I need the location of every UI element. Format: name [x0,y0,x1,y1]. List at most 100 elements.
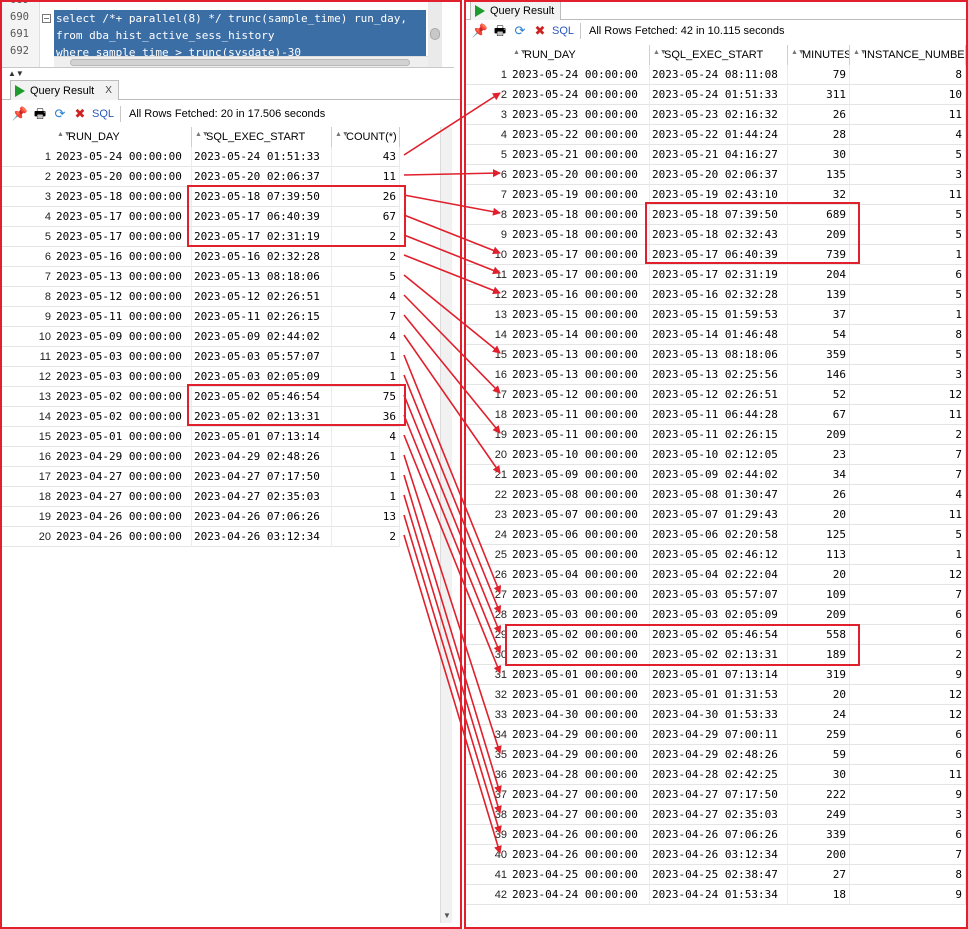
row-number[interactable]: 11 [466,265,510,285]
refresh-icon[interactable]: ⟳ [512,23,528,39]
table-cell[interactable]: 8 [850,325,966,345]
table-cell[interactable]: 113 [788,545,850,565]
table-cell[interactable]: 2023-05-01 07:13:14 [650,665,788,685]
table-cell[interactable]: 6 [850,265,966,285]
row-number[interactable]: 2 [2,167,54,187]
table-row[interactable]: 8 2023-05-18 00:00:00 2023-05-18 07:39:50 6… [466,205,966,225]
table-cell[interactable]: 6 [850,745,966,765]
table-cell[interactable]: 2023-04-28 02:42:25 [650,765,788,785]
table-row[interactable]: 3 2023-05-23 00:00:00 2023-05-23 02:16:32 2… [466,105,966,125]
table-cell[interactable]: 2023-05-02 02:13:31 [650,645,788,665]
table-cell[interactable]: 2023-05-17 00:00:00 [54,227,192,247]
table-cell[interactable]: 2023-05-13 08:18:06 [650,345,788,365]
table-cell[interactable]: 2023-05-17 06:40:39 [192,207,332,227]
table-cell[interactable]: 75 [332,387,400,407]
table-cell[interactable]: 13 [332,507,400,527]
table-row[interactable]: 22 2023-05-08 00:00:00 2023-05-08 01:30:47… [466,485,966,505]
table-cell[interactable]: 2023-05-01 00:00:00 [54,427,192,447]
column-header-sql-exec-start[interactable]: ▲▼ SQL_EXEC_START [192,127,332,147]
table-cell[interactable]: 2023-05-13 00:00:00 [510,345,650,365]
row-number[interactable]: 39 [466,825,510,845]
table-cell[interactable]: 2023-05-11 00:00:00 [54,307,192,327]
table-cell[interactable]: 209 [788,425,850,445]
table-row[interactable]: 11 2023-05-03 00:00:00 2023-05-03 05:57:07… [2,347,400,367]
table-cell[interactable]: 8 [850,65,966,85]
table-cell[interactable]: 2023-05-01 00:00:00 [510,665,650,685]
table-row[interactable]: 41 2023-04-25 00:00:00 2023-04-25 02:38:47… [466,865,966,885]
table-cell[interactable]: 2023-05-03 02:05:09 [192,367,332,387]
table-cell[interactable]: 4 [332,427,400,447]
table-cell[interactable]: 2023-05-18 00:00:00 [54,187,192,207]
row-number[interactable]: 12 [2,367,54,387]
table-cell[interactable]: 2023-05-23 02:16:32 [650,105,788,125]
table-cell[interactable]: 2023-05-24 08:11:08 [650,65,788,85]
row-number[interactable]: 3 [466,105,510,125]
table-cell[interactable]: 2023-04-27 02:35:03 [650,805,788,825]
column-header-count-[interactable]: ▲▼ COUNT(*) [332,127,400,147]
row-number[interactable]: 4 [2,207,54,227]
table-cell[interactable]: 2023-05-14 00:00:00 [510,325,650,345]
table-cell[interactable]: 125 [788,525,850,545]
table-cell[interactable]: 200 [788,845,850,865]
table-cell[interactable]: 2023-05-03 00:00:00 [510,585,650,605]
table-cell[interactable]: 11 [850,105,966,125]
table-cell[interactable]: 6 [850,725,966,745]
table-row[interactable]: 18 2023-04-27 00:00:00 2023-04-27 02:35:03… [2,487,400,507]
table-row[interactable]: 21 2023-05-09 00:00:00 2023-05-09 02:44:02… [466,465,966,485]
table-row[interactable]: 9 2023-05-18 00:00:00 2023-05-18 02:32:43 2… [466,225,966,245]
table-row[interactable]: 2 2023-05-20 00:00:00 2023-05-20 02:06:37 1… [2,167,400,187]
table-cell[interactable]: 6 [850,825,966,845]
row-number[interactable]: 17 [466,385,510,405]
table-cell[interactable]: 4 [850,125,966,145]
table-row[interactable]: 1 2023-05-24 00:00:00 2023-05-24 01:51:33 4… [2,147,400,167]
table-cell[interactable]: 2023-04-27 00:00:00 [54,487,192,507]
row-number[interactable]: 22 [466,485,510,505]
table-row[interactable]: 10 2023-05-17 00:00:00 2023-05-17 06:40:39… [466,245,966,265]
table-cell[interactable]: 2023-05-12 02:26:51 [192,287,332,307]
table-cell[interactable]: 1 [332,347,400,367]
table-cell[interactable]: 11 [850,765,966,785]
table-cell[interactable]: 2023-04-29 02:48:26 [650,745,788,765]
table-row[interactable]: 14 2023-05-14 00:00:00 2023-05-14 01:46:48… [466,325,966,345]
table-cell[interactable]: 204 [788,265,850,285]
table-cell[interactable]: 23 [788,445,850,465]
table-row[interactable]: 17 2023-04-27 00:00:00 2023-04-27 07:17:50… [2,467,400,487]
code-line[interactable]: where sample_time > trunc(sysdate)-30 [54,44,426,56]
pin-icon[interactable]: 📌 [12,106,28,122]
table-cell[interactable]: 2023-05-02 00:00:00 [510,625,650,645]
table-cell[interactable]: 2023-05-17 00:00:00 [54,207,192,227]
table-cell[interactable]: 20 [788,565,850,585]
table-cell[interactable]: 2023-04-26 00:00:00 [510,825,650,845]
table-cell[interactable]: 2023-05-03 00:00:00 [54,367,192,387]
table-cell[interactable]: 2023-04-24 01:53:34 [650,885,788,905]
row-number[interactable]: 24 [466,525,510,545]
table-cell[interactable]: 2023-05-07 00:00:00 [510,505,650,525]
table-row[interactable]: 23 2023-05-07 00:00:00 2023-05-07 01:29:43… [466,505,966,525]
table-row[interactable]: 26 2023-05-04 00:00:00 2023-05-04 02:22:04… [466,565,966,585]
table-cell[interactable]: 2023-04-29 00:00:00 [54,447,192,467]
row-number[interactable]: 16 [466,365,510,385]
table-cell[interactable]: 2023-05-16 02:32:28 [192,247,332,267]
row-number[interactable]: 26 [466,565,510,585]
table-cell[interactable]: 209 [788,225,850,245]
table-cell[interactable]: 7 [850,845,966,865]
row-number[interactable]: 32 [466,685,510,705]
table-cell[interactable]: 2023-05-18 00:00:00 [510,225,650,245]
print-icon[interactable]: 🖶 [32,106,48,122]
table-row[interactable]: 37 2023-04-27 00:00:00 2023-04-27 07:17:50… [466,785,966,805]
row-number[interactable]: 3 [2,187,54,207]
table-cell[interactable]: 2 [850,425,966,445]
row-number[interactable]: 10 [2,327,54,347]
table-row[interactable]: 15 2023-05-13 00:00:00 2023-05-13 08:18:06… [466,345,966,365]
table-cell[interactable]: 3 [850,165,966,185]
row-number[interactable]: 34 [466,725,510,745]
table-cell[interactable]: 32 [788,185,850,205]
table-row[interactable]: 5 2023-05-21 00:00:00 2023-05-21 04:16:27 3… [466,145,966,165]
table-row[interactable]: 12 2023-05-03 00:00:00 2023-05-03 02:05:09… [2,367,400,387]
table-cell[interactable]: 2023-05-10 00:00:00 [510,445,650,465]
table-row[interactable]: 16 2023-05-13 00:00:00 2023-05-13 02:25:56… [466,365,966,385]
table-cell[interactable]: 2023-04-27 07:17:50 [650,785,788,805]
table-cell[interactable]: 2023-04-26 00:00:00 [54,527,192,547]
row-number[interactable]: 29 [466,625,510,645]
row-number[interactable]: 19 [466,425,510,445]
